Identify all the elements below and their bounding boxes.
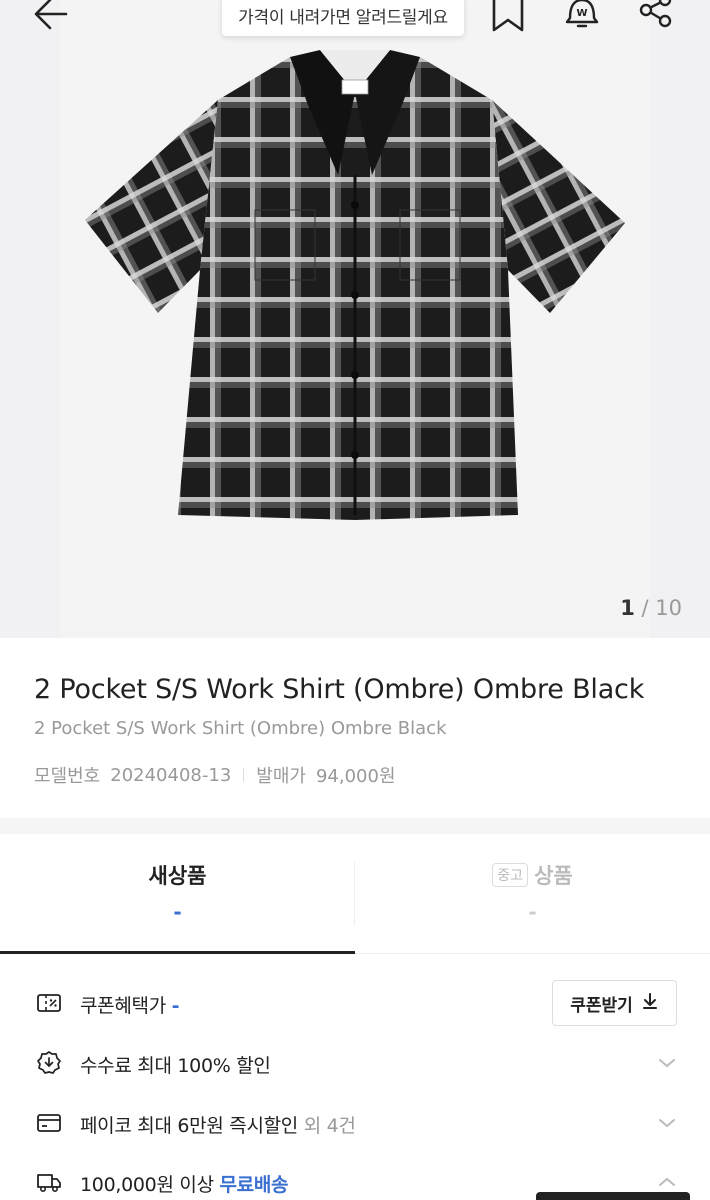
payco-discount-extra: 외 4건 bbox=[303, 1115, 356, 1137]
tab-new-label: 새상품 bbox=[148, 864, 207, 888]
used-badge: 중고 bbox=[492, 863, 529, 887]
bottom-floating-bar[interactable] bbox=[536, 1192, 690, 1200]
tab-used-price: - bbox=[528, 900, 537, 924]
image-counter: 1 / 10 bbox=[620, 596, 682, 620]
bookmark-icon[interactable] bbox=[486, 0, 530, 36]
product-subtitle: 2 Pocket S/S Work Shirt (Ombre) Ombre Bl… bbox=[34, 718, 447, 739]
share-icon[interactable] bbox=[634, 0, 678, 36]
product-shirt-image bbox=[80, 45, 630, 525]
condition-tabs: 새상품 - 중고 상품 - bbox=[0, 834, 710, 954]
tab-used-label-wrap: 중고 상품 bbox=[355, 860, 710, 890]
product-meta: 모델번호 20240408-13 발매가 94,000원 bbox=[34, 762, 396, 788]
release-price-label: 발매가 bbox=[256, 766, 306, 787]
tab-used-label: 상품 bbox=[534, 864, 573, 888]
payco-discount-text: 페이코 최대 6만원 즉시할인 외 4건 bbox=[80, 1111, 356, 1138]
top-bar: 가격이 내려가면 알려드릴게요 W bbox=[0, 0, 710, 40]
download-icon bbox=[641, 992, 659, 1015]
image-counter-total: 10 bbox=[655, 596, 682, 620]
get-coupon-label: 쿠폰받기 bbox=[570, 995, 633, 1016]
get-coupon-button[interactable]: 쿠폰받기 bbox=[552, 980, 677, 1026]
product-title: 2 Pocket S/S Work Shirt (Ombre) Ombre Bl… bbox=[34, 674, 645, 705]
chevron-down-icon bbox=[655, 1051, 679, 1075]
free-shipping-threshold: 100,000원 이상 bbox=[80, 1174, 214, 1196]
chevron-up-icon bbox=[655, 1170, 679, 1194]
section-divider bbox=[0, 818, 710, 834]
fee-discount-row[interactable]: 수수료 최대 100% 할인 bbox=[0, 1043, 710, 1083]
svg-text:W: W bbox=[576, 8, 587, 19]
back-arrow-icon[interactable] bbox=[30, 0, 74, 36]
coupon-benefit-text: 쿠폰혜택가 - bbox=[80, 991, 180, 1018]
truck-icon bbox=[36, 1169, 62, 1195]
price-alert-tooltip: 가격이 내려가면 알려드릴게요 bbox=[222, 0, 464, 36]
model-number-value: 20240408-13 bbox=[110, 764, 232, 786]
tab-new-price: - bbox=[173, 900, 182, 924]
card-icon bbox=[36, 1110, 62, 1136]
fee-discount-text: 수수료 최대 100% 할인 bbox=[80, 1055, 271, 1077]
coupon-benefit-value: - bbox=[171, 995, 180, 1017]
tab-new-product[interactable]: 새상품 - bbox=[0, 834, 355, 954]
discount-badge-icon bbox=[36, 1050, 62, 1076]
image-counter-separator: / bbox=[634, 596, 656, 620]
coupon-benefit-label: 쿠폰혜택가 bbox=[80, 995, 166, 1017]
coupon-icon bbox=[36, 990, 62, 1016]
meta-divider bbox=[243, 768, 245, 782]
payco-discount-label: 페이코 최대 6만원 즉시할인 bbox=[80, 1115, 298, 1137]
image-counter-current: 1 bbox=[620, 596, 635, 620]
model-number-label: 모델번호 bbox=[34, 766, 101, 787]
release-price-value: 94,000원 bbox=[315, 766, 396, 787]
free-shipping-highlight: 무료배송 bbox=[219, 1174, 289, 1196]
chevron-down-icon bbox=[655, 1111, 679, 1135]
product-image-carousel[interactable]: 1 / 10 bbox=[0, 0, 710, 638]
free-shipping-text: 100,000원 이상 무료배송 bbox=[80, 1170, 289, 1197]
tab-used-product[interactable]: 중고 상품 - bbox=[355, 834, 710, 954]
payco-discount-row[interactable]: 페이코 최대 6만원 즉시할인 외 4건 bbox=[0, 1103, 710, 1143]
bell-icon[interactable]: W bbox=[560, 0, 604, 36]
